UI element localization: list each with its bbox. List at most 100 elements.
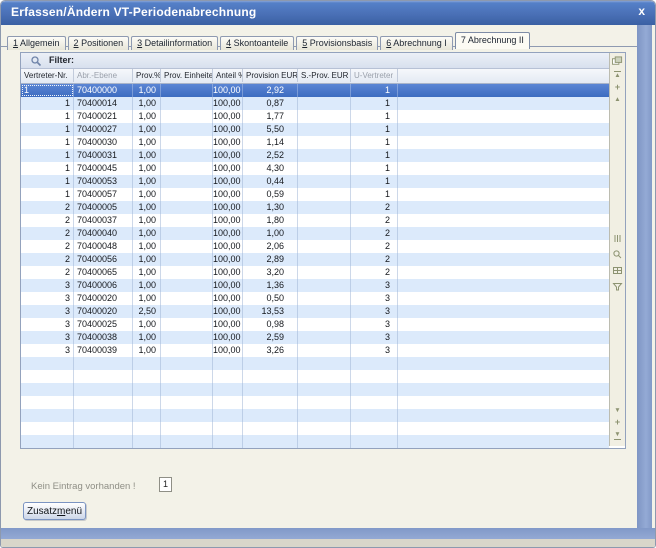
column-header-6[interactable]: Provision EUR (243, 69, 298, 82)
scroll-up-icon[interactable]: ▲ (611, 94, 624, 105)
grid-cell (161, 175, 213, 188)
table-row[interactable]: 1704000531,00100,000,441 (21, 175, 609, 188)
scroll-up-page-icon[interactable]: + (611, 82, 624, 93)
grid-cell (298, 383, 351, 396)
column-header-3[interactable]: Prov.% (133, 69, 161, 82)
table-row[interactable]: 3704000391,00100,003,263 (21, 344, 609, 357)
grid-cell: 1,00 (133, 188, 161, 201)
grid-cell: 100,00 (213, 331, 243, 344)
table-row[interactable]: 3704000251,00100,000,983 (21, 318, 609, 331)
table-icon[interactable] (611, 265, 624, 276)
table-row[interactable]: 1704000451,00100,004,301 (21, 162, 609, 175)
table-row[interactable]: 2704000051,00100,001,302 (21, 201, 609, 214)
grid-cell-filler (398, 201, 609, 214)
column-header-7[interactable]: S.-Prov. EUR (298, 69, 351, 82)
grid-cell: 1,00 (133, 175, 161, 188)
tab-3[interactable]: 3 Detailinformation (131, 36, 218, 50)
table-row[interactable]: 1704000211,00100,001,771 (21, 110, 609, 123)
tab-2[interactable]: 2 Positionen (68, 36, 130, 50)
table-row[interactable]: 2704000401,00100,001,002 (21, 227, 609, 240)
zusatzmenu-button[interactable]: Zusatzmenü (23, 502, 86, 520)
grid-cell (298, 110, 351, 123)
scroll-down-icon[interactable]: ▼ (611, 405, 624, 416)
column-header-8[interactable]: U-Vertreter (351, 69, 398, 82)
table-row[interactable]: 3704000381,00100,002,593 (21, 331, 609, 344)
table-row[interactable]: 2704000481,00100,002,062 (21, 240, 609, 253)
grid-side-toolbar: ▲ + ▲ (609, 53, 625, 446)
scroll-bottom-icon[interactable]: ▼ (611, 429, 624, 440)
scroll-top-icon[interactable]: ▲ (611, 70, 624, 81)
grid-cell-filler (398, 123, 609, 136)
tab-7[interactable]: 7 Abrechnung II (455, 32, 530, 49)
grid-cell (21, 357, 74, 370)
grid-cell-filler (398, 435, 609, 448)
grid-cell: 2 (351, 240, 398, 253)
grid-cell (133, 409, 161, 422)
grid-cell (161, 149, 213, 162)
table-row-empty (21, 422, 609, 435)
grid-cell: 1,00 (133, 344, 161, 357)
tab-6[interactable]: 6 Abrechnung I (380, 36, 453, 50)
grid-cell: 2,52 (243, 149, 298, 162)
table-row[interactable]: 1704000571,00100,000,591 (21, 188, 609, 201)
search-icon[interactable] (611, 249, 624, 260)
grid-cell: 2 (21, 253, 74, 266)
view-columns-icon[interactable] (611, 233, 624, 244)
tab-4[interactable]: 4 Skontoanteile (220, 36, 294, 50)
column-header-filler (398, 69, 609, 82)
table-row[interactable]: 2704000371,00100,001,802 (21, 214, 609, 227)
column-header-1[interactable]: Vertreter-Nr. (21, 69, 74, 82)
grid-cell: 1,30 (243, 201, 298, 214)
table-row[interactable]: 3704000202,50100,0013,533 (21, 305, 609, 318)
grid-cell-filler (398, 318, 609, 331)
grid-cell-filler (398, 149, 609, 162)
grid-cell: 1 (351, 188, 398, 201)
grid-cell: 1 (21, 84, 74, 97)
grid-cell: 0,44 (243, 175, 298, 188)
close-button[interactable]: x (638, 4, 645, 18)
table-row[interactable]: 1704000001,00100,002,921 (21, 84, 609, 97)
grid-cell (351, 383, 398, 396)
grid-cell (298, 162, 351, 175)
grid-cell: 1,00 (133, 253, 161, 266)
tab-5[interactable]: 5 Provisionsbasis (296, 36, 378, 50)
grid-cell: 2 (351, 201, 398, 214)
table-row[interactable]: 3704000201,00100,000,503 (21, 292, 609, 305)
grid-cell (133, 396, 161, 409)
grid-cell (74, 409, 133, 422)
table-row[interactable]: 2704000561,00100,002,892 (21, 253, 609, 266)
column-header-4[interactable]: Prov. Einheiten (161, 69, 213, 82)
scroll-down-page-icon[interactable]: + (611, 417, 624, 428)
grid-cell: 100,00 (213, 305, 243, 318)
grid-cell (213, 357, 243, 370)
column-header-5[interactable]: Anteil % (213, 69, 243, 82)
grid-cell: 1,00 (133, 136, 161, 149)
grid-cell (21, 370, 74, 383)
table-row[interactable]: 1704000141,00100,000,871 (21, 97, 609, 110)
grid-cell (298, 357, 351, 370)
grid-cell (243, 396, 298, 409)
table-row[interactable]: 2704000651,00100,003,202 (21, 266, 609, 279)
window-titlebar[interactable]: Erfassen/Ändern VT-Periodenabrechnung x (1, 1, 655, 25)
grid-cell: 70400030 (74, 136, 133, 149)
table-row[interactable]: 1704000301,00100,001,141 (21, 136, 609, 149)
table-row[interactable]: 1704000271,00100,005,501 (21, 123, 609, 136)
grid-cell: 100,00 (213, 240, 243, 253)
grid-cell-filler (398, 188, 609, 201)
grid-cell-filler (398, 266, 609, 279)
filter-funnel-icon[interactable] (611, 281, 624, 292)
grid-cell: 100,00 (213, 318, 243, 331)
grid-cell: 1,00 (133, 149, 161, 162)
grid-cell (213, 396, 243, 409)
grid-cell-filler (398, 396, 609, 409)
grid-cell: 1,00 (243, 227, 298, 240)
grid-cell (243, 422, 298, 435)
table-row[interactable]: 3704000061,00100,001,363 (21, 279, 609, 292)
tab-1[interactable]: 1 Allgemein (7, 36, 66, 50)
filter-bar[interactable]: Filter: (21, 53, 610, 69)
grid-cell (243, 357, 298, 370)
column-chooser-icon[interactable] (611, 56, 624, 67)
column-header-2[interactable]: Abr.-Ebene (74, 69, 133, 82)
grid-cell: 1 (351, 110, 398, 123)
table-row[interactable]: 1704000311,00100,002,521 (21, 149, 609, 162)
